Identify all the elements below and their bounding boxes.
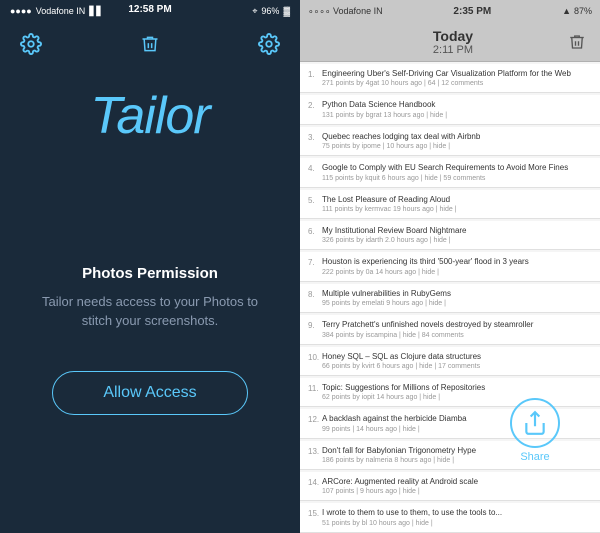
gear-icon-right-left[interactable] bbox=[258, 33, 280, 55]
list-meta: 222 points by 0a 14 hours ago | hide | bbox=[322, 269, 592, 276]
list-meta: 115 points by kquit 6 hours ago | hide |… bbox=[322, 175, 592, 182]
left-panel: ●●●● Vodafone IN ▋▋ 12:58 PM ⌖ 96% ▓ Ta bbox=[0, 0, 300, 533]
list-rank: 2. bbox=[308, 100, 322, 118]
list-headline: Engineering Uber's Self-Driving Car Visu… bbox=[322, 69, 592, 79]
list-item[interactable]: 1. Engineering Uber's Self-Driving Car V… bbox=[300, 64, 600, 93]
gear-icon-left[interactable] bbox=[20, 33, 42, 55]
list-headline: I wrote to them to use to them, to use t… bbox=[322, 508, 592, 518]
list-rank: 15. bbox=[308, 508, 322, 526]
status-bar-left: ●●●● Vodafone IN ▋▋ 12:58 PM ⌖ 96% ▓ bbox=[0, 0, 300, 22]
list-item[interactable]: 5. The Lost Pleasure of Reading Aloud 11… bbox=[300, 190, 600, 219]
list-meta: 51 points by bl 10 hours ago | hide | bbox=[322, 520, 592, 527]
list-meta: 384 points by iscampina | hide | 84 comm… bbox=[322, 332, 592, 339]
time-right: 2:35 PM bbox=[453, 6, 491, 17]
carrier-right: ∘∘∘∘ Vodafone IN bbox=[308, 6, 383, 17]
permission-title: Photos Permission bbox=[82, 265, 218, 282]
wifi-icon-right: ▲ bbox=[562, 6, 571, 16]
list-headline: My Institutional Review Board Nightmare bbox=[322, 226, 592, 236]
list-rank: 13. bbox=[308, 446, 322, 464]
list-item[interactable]: 10. Honey SQL – SQL as Clojure data stru… bbox=[300, 347, 600, 376]
list-item[interactable]: 9. Terry Pratchett's unfinished novels d… bbox=[300, 315, 600, 344]
list-item[interactable]: 15. I wrote to them to use to them, to u… bbox=[300, 503, 600, 532]
list-meta: 107 points | 9 hours ago | hide | bbox=[322, 488, 592, 495]
header-date: Today bbox=[433, 28, 473, 44]
status-bar-right: ∘∘∘∘ Vodafone IN 2:35 PM ▲ 87% bbox=[300, 0, 600, 22]
list-rank: 5. bbox=[308, 195, 322, 213]
right-panel: ∘∘∘∘ Vodafone IN 2:35 PM ▲ 87% Today 2:1… bbox=[300, 0, 600, 533]
list-meta: 111 points by kermvac 19 hours ago | hid… bbox=[322, 206, 592, 213]
permission-description: Tailor needs access to your Photos to st… bbox=[40, 292, 260, 331]
list-text: The Lost Pleasure of Reading Aloud 111 p… bbox=[322, 195, 592, 213]
list-rank: 1. bbox=[308, 69, 322, 87]
list-rank: 12. bbox=[308, 414, 322, 432]
list-rank: 6. bbox=[308, 226, 322, 244]
trash-icon-right[interactable] bbox=[568, 32, 586, 52]
list-rank: 8. bbox=[308, 289, 322, 307]
list-text: Google to Comply with EU Search Requirem… bbox=[322, 163, 592, 181]
list-text: Terry Pratchett's unfinished novels dest… bbox=[322, 320, 592, 338]
list-headline: Quebec reaches lodging tax deal with Air… bbox=[322, 132, 592, 142]
share-label: Share bbox=[520, 451, 549, 463]
list-headline: Terry Pratchett's unfinished novels dest… bbox=[322, 320, 592, 330]
list-rank: 7. bbox=[308, 257, 322, 275]
battery-icon-left: ▓ bbox=[283, 6, 290, 16]
list-rank: 9. bbox=[308, 320, 322, 338]
battery-icon-right: 87% bbox=[574, 6, 592, 16]
signal-bars-left: ▋▋ bbox=[89, 6, 103, 17]
header-title-area: Today 2:11 PM bbox=[433, 28, 473, 56]
list-rank: 3. bbox=[308, 132, 322, 150]
list-headline: Houston is experiencing its third '500-y… bbox=[322, 257, 592, 267]
list-headline: Topic: Suggestions for Millions of Repos… bbox=[322, 383, 592, 393]
list-text: Honey SQL – SQL as Clojure data structur… bbox=[322, 352, 592, 370]
list-headline: The Lost Pleasure of Reading Aloud bbox=[322, 195, 592, 205]
status-icons-right: ▲ 87% bbox=[562, 6, 592, 16]
list-text: My Institutional Review Board Nightmare … bbox=[322, 226, 592, 244]
list-item[interactable]: 14. ARCore: Augmented reality at Android… bbox=[300, 472, 600, 501]
list-rank: 4. bbox=[308, 163, 322, 181]
list-item[interactable]: 8. Multiple vulnerabilities in RubyGems … bbox=[300, 284, 600, 313]
app-title: Tailor bbox=[0, 86, 300, 146]
header-time: 2:11 PM bbox=[433, 44, 473, 56]
list-rank: 14. bbox=[308, 477, 322, 495]
list-text: Engineering Uber's Self-Driving Car Visu… bbox=[322, 69, 592, 87]
list-item[interactable]: 3. Quebec reaches lodging tax deal with … bbox=[300, 127, 600, 156]
list-meta: 95 points by emelati 9 hours ago | hide … bbox=[322, 300, 592, 307]
allow-access-button[interactable]: Allow Access bbox=[52, 371, 247, 415]
location-icon: ⌖ bbox=[252, 6, 257, 17]
carrier-name-left: Vodafone IN bbox=[36, 6, 86, 16]
list-headline: Google to Comply with EU Search Requirem… bbox=[322, 163, 592, 173]
list-text: I wrote to them to use to them, to use t… bbox=[322, 508, 592, 526]
share-overlay: Share bbox=[490, 398, 590, 463]
list-item[interactable]: 4. Google to Comply with EU Search Requi… bbox=[300, 158, 600, 187]
battery-area-left: ⌖ 96% ▓ bbox=[252, 6, 290, 17]
list-item[interactable]: 6. My Institutional Review Board Nightma… bbox=[300, 221, 600, 250]
list-text: Quebec reaches lodging tax deal with Air… bbox=[322, 132, 592, 150]
battery-left: 96% bbox=[261, 6, 279, 16]
list-text: Python Data Science Handbook 131 points … bbox=[322, 100, 592, 118]
list-item[interactable]: 2. Python Data Science Handbook 131 poin… bbox=[300, 95, 600, 124]
share-button[interactable] bbox=[510, 398, 560, 448]
list-meta: 131 points by bgrat 13 hours ago | hide … bbox=[322, 112, 592, 119]
list-meta: 75 points by ipome | 10 hours ago | hide… bbox=[322, 143, 592, 150]
list-meta: 271 points by 4gat 10 hours ago | 64 | 1… bbox=[322, 80, 592, 87]
toolbar-right: Today 2:11 PM bbox=[300, 22, 600, 62]
signal-dots-left: ●●●● bbox=[10, 6, 32, 16]
list-headline: Honey SQL – SQL as Clojure data structur… bbox=[322, 352, 592, 362]
list-text: ARCore: Augmented reality at Android sca… bbox=[322, 477, 592, 495]
list-text: Houston is experiencing its third '500-y… bbox=[322, 257, 592, 275]
list-text: Multiple vulnerabilities in RubyGems 95 … bbox=[322, 289, 592, 307]
list-headline: Multiple vulnerabilities in RubyGems bbox=[322, 289, 592, 299]
list-meta: 326 points by idarth 2.0 hours ago | hid… bbox=[322, 237, 592, 244]
list-headline: Python Data Science Handbook bbox=[322, 100, 592, 110]
list-rank: 10. bbox=[308, 352, 322, 370]
carrier-left: ●●●● Vodafone IN ▋▋ bbox=[10, 6, 103, 17]
list-rank: 11. bbox=[308, 383, 322, 401]
trash-icon-left[interactable] bbox=[140, 33, 160, 55]
list-meta: 66 points by kvirt 6 hours ago | hide | … bbox=[322, 363, 592, 370]
list-item[interactable]: 7. Houston is experiencing its third '50… bbox=[300, 252, 600, 281]
left-content: Photos Permission Tailor needs access to… bbox=[0, 146, 300, 533]
list-headline: ARCore: Augmented reality at Android sca… bbox=[322, 477, 592, 487]
toolbar-left bbox=[0, 22, 300, 66]
time-left: 12:58 PM bbox=[128, 4, 171, 15]
